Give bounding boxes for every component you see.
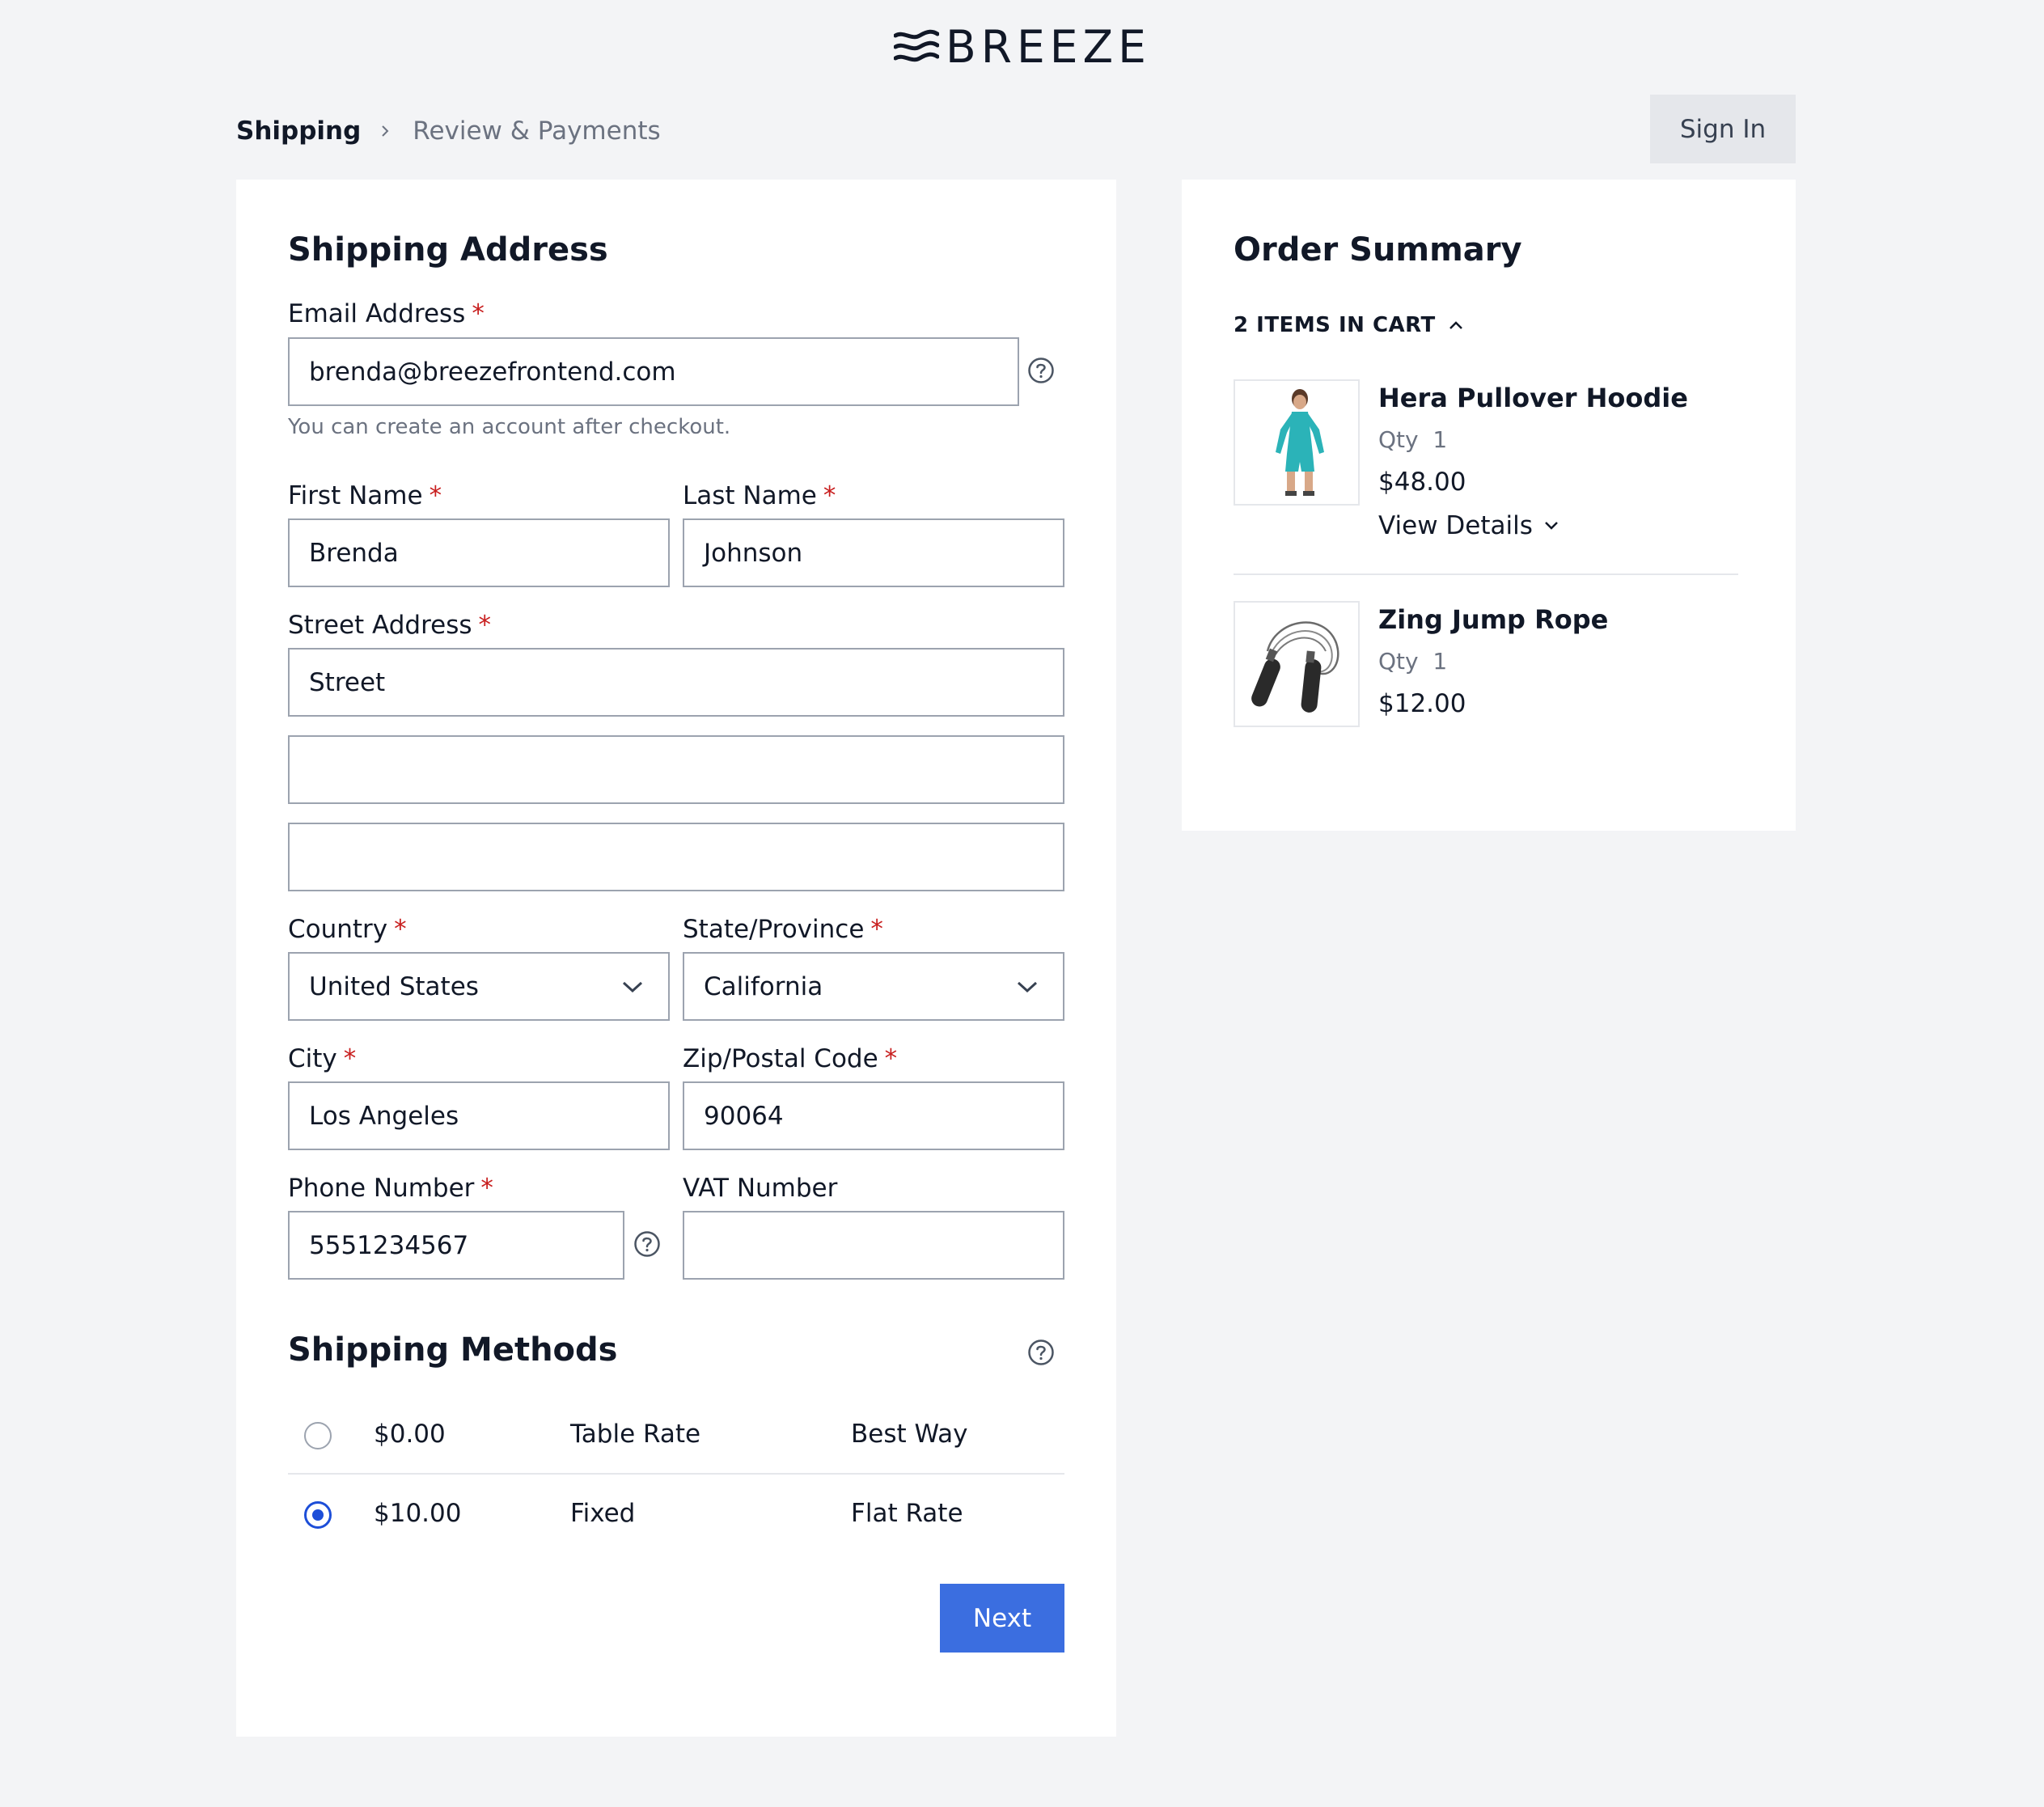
- next-button[interactable]: Next: [940, 1584, 1064, 1653]
- help-icon[interactable]: [1027, 357, 1055, 384]
- qty-label: Qty: [1378, 648, 1419, 675]
- product-qty: Qty 1: [1378, 648, 1447, 675]
- street-line-1-field[interactable]: Street: [288, 648, 1064, 717]
- product-qty: Qty 1: [1378, 426, 1447, 453]
- product-name: Hera Pullover Hoodie: [1378, 383, 1688, 413]
- view-details-toggle[interactable]: View Details: [1378, 511, 1559, 540]
- street-label: Street Address *: [288, 609, 491, 641]
- shipping-address-title: Shipping Address: [288, 231, 608, 269]
- shipping-method-radio-selected[interactable]: [304, 1501, 332, 1529]
- required-marker: *: [480, 1174, 493, 1203]
- street-line-2-field[interactable]: [288, 735, 1064, 804]
- country-label-text: Country: [288, 915, 388, 944]
- required-marker: *: [870, 915, 883, 944]
- shipping-method-name: Fixed: [570, 1499, 636, 1528]
- product-thumbnail[interactable]: [1234, 379, 1360, 506]
- email-field[interactable]: brenda@breezefrontend.com: [288, 337, 1019, 406]
- brand-name: BREEZE: [946, 21, 1151, 73]
- waves-icon: [894, 29, 939, 62]
- chevron-down-icon: [1545, 522, 1558, 530]
- qty-value: 1: [1432, 426, 1448, 453]
- shipping-method-name: Table Rate: [570, 1420, 701, 1449]
- chevron-down-icon: [622, 981, 643, 992]
- required-marker: *: [343, 1044, 357, 1073]
- vat-field[interactable]: [683, 1211, 1064, 1280]
- street-line-1-value: Street: [309, 667, 386, 697]
- shipping-methods-title: Shipping Methods: [288, 1331, 618, 1369]
- email-note: You can create an account after checkout…: [288, 415, 731, 439]
- last-name-value: Johnson: [704, 538, 803, 568]
- street-line-3-field[interactable]: [288, 823, 1064, 891]
- qty-label: Qty: [1378, 426, 1419, 453]
- state-label: State/Province *: [683, 913, 883, 946]
- required-marker: *: [884, 1044, 898, 1073]
- chevron-down-icon: [1017, 981, 1038, 992]
- street-label-text: Street Address: [288, 611, 472, 640]
- brand-logo[interactable]: BREEZE: [894, 24, 1151, 70]
- product-thumbnail[interactable]: [1234, 601, 1360, 727]
- sign-in-button[interactable]: Sign In: [1650, 95, 1796, 163]
- email-value: brenda@breezefrontend.com: [309, 357, 676, 387]
- email-label: Email Address *: [288, 298, 485, 330]
- state-label-text: State/Province: [683, 915, 865, 944]
- zip-label-text: Zip/Postal Code: [683, 1044, 878, 1073]
- cart-items-count: 2 ITEMS IN CART: [1234, 313, 1436, 337]
- qty-value: 1: [1432, 648, 1448, 675]
- breadcrumb: Shipping Review & Payments: [236, 113, 661, 149]
- first-name-field[interactable]: Brenda: [288, 518, 670, 587]
- first-name-label: First Name *: [288, 480, 442, 512]
- shipping-method-price: $10.00: [374, 1499, 462, 1528]
- divider: [1234, 573, 1738, 575]
- last-name-field[interactable]: Johnson: [683, 518, 1064, 587]
- cart-items-toggle[interactable]: 2 ITEMS IN CART: [1234, 309, 1463, 341]
- first-name-label-text: First Name: [288, 481, 423, 510]
- city-value: Los Angeles: [309, 1101, 459, 1131]
- zip-value: 90064: [704, 1101, 784, 1131]
- breadcrumb-next[interactable]: Review & Payments: [413, 116, 660, 146]
- phone-field[interactable]: 5551234567: [288, 1211, 624, 1280]
- product-name: Zing Jump Rope: [1378, 604, 1609, 635]
- phone-label: Phone Number *: [288, 1172, 493, 1204]
- order-summary-title: Order Summary: [1234, 231, 1522, 269]
- hoodie-image: [1235, 381, 1358, 504]
- help-icon[interactable]: [633, 1230, 661, 1258]
- last-name-label: Last Name *: [683, 480, 836, 512]
- product-price: $12.00: [1378, 689, 1466, 718]
- required-marker: *: [429, 481, 442, 510]
- zip-label: Zip/Postal Code *: [683, 1043, 897, 1075]
- city-label-text: City: [288, 1044, 337, 1073]
- shipping-method-row[interactable]: $10.00 Fixed Flat Rate: [288, 1493, 1064, 1534]
- view-details-label: View Details: [1378, 511, 1533, 540]
- email-label-text: Email Address: [288, 299, 466, 328]
- shipping-method-carrier: Best Way: [851, 1420, 968, 1449]
- country-value: United States: [309, 971, 479, 1001]
- first-name-value: Brenda: [309, 538, 399, 568]
- jump-rope-image: [1235, 603, 1358, 726]
- phone-label-text: Phone Number: [288, 1174, 475, 1203]
- product-price: $48.00: [1378, 468, 1466, 497]
- required-marker: *: [472, 299, 485, 328]
- help-icon[interactable]: [1027, 1339, 1055, 1366]
- last-name-label-text: Last Name: [683, 481, 817, 510]
- chevron-right-icon: [382, 125, 389, 137]
- zip-field[interactable]: 90064: [683, 1081, 1064, 1150]
- required-marker: *: [823, 481, 836, 510]
- shipping-method-row[interactable]: $0.00 Table Rate Best Way: [288, 1414, 1064, 1454]
- divider: [288, 1473, 1064, 1475]
- shipping-method-radio[interactable]: [304, 1422, 332, 1449]
- city-field[interactable]: Los Angeles: [288, 1081, 670, 1150]
- country-label: Country *: [288, 913, 407, 946]
- chevron-up-icon: [1449, 321, 1462, 329]
- shipping-method-price: $0.00: [374, 1420, 446, 1449]
- required-marker: *: [394, 915, 407, 944]
- city-label: City *: [288, 1043, 356, 1075]
- country-select[interactable]: United States: [288, 952, 670, 1021]
- phone-value: 5551234567: [309, 1230, 469, 1260]
- shipping-method-carrier: Flat Rate: [851, 1499, 963, 1528]
- vat-label: VAT Number: [683, 1174, 838, 1203]
- breadcrumb-current: Shipping: [236, 116, 362, 146]
- state-select[interactable]: California: [683, 952, 1064, 1021]
- required-marker: *: [478, 611, 492, 640]
- state-value: California: [704, 971, 823, 1001]
